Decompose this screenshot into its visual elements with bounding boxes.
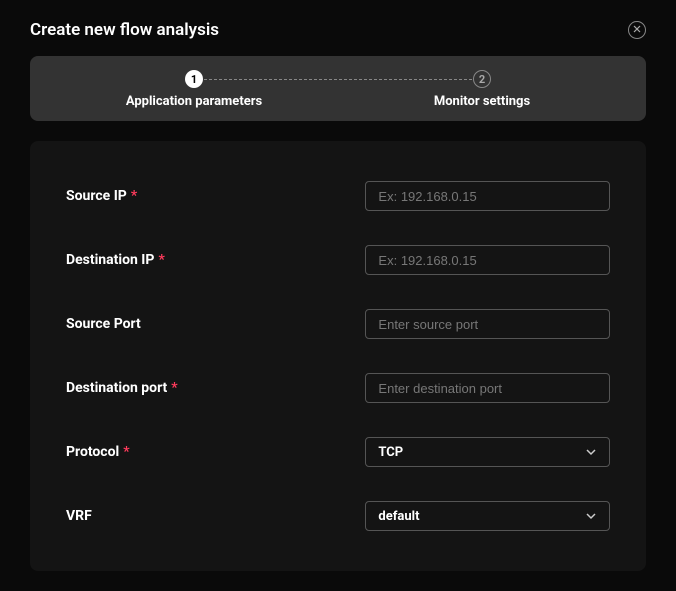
step-number: 1 — [185, 70, 203, 88]
required-mark: * — [131, 188, 137, 204]
step-monitor-settings[interactable]: 2 Monitor settings — [338, 70, 626, 109]
dialog-title: Create new flow analysis — [30, 20, 219, 40]
destination-port-input[interactable] — [365, 373, 610, 403]
close-icon — [633, 25, 641, 36]
source-ip-input[interactable] — [365, 181, 610, 211]
destination-port-label: Destination port* — [66, 380, 365, 396]
field-destination-port: Destination port* — [66, 373, 610, 403]
source-port-label: Source Port — [66, 316, 365, 332]
close-button[interactable] — [628, 21, 646, 39]
vrf-label: VRF — [66, 508, 365, 524]
dialog-header: Create new flow analysis — [30, 20, 646, 40]
source-ip-label: Source IP* — [66, 188, 365, 204]
required-mark: * — [123, 444, 129, 460]
create-flow-dialog: Create new flow analysis 1 Application p… — [0, 0, 676, 591]
step-number: 2 — [473, 70, 491, 88]
field-source-ip: Source IP* — [66, 181, 610, 211]
chevron-down-icon — [585, 448, 597, 456]
protocol-select[interactable]: TCP — [365, 437, 610, 467]
step-label: Application parameters — [126, 94, 262, 109]
chevron-down-icon — [585, 512, 597, 520]
destination-ip-label: Destination IP* — [66, 252, 365, 268]
required-mark: * — [171, 380, 177, 396]
required-mark: * — [158, 252, 164, 268]
protocol-label: Protocol* — [66, 444, 365, 460]
field-protocol: Protocol* TCP — [66, 437, 610, 467]
vrf-value: default — [378, 509, 419, 524]
step-label: Monitor settings — [434, 94, 530, 109]
wizard-stepper: 1 Application parameters 2 Monitor setti… — [30, 56, 646, 121]
source-port-input[interactable] — [365, 309, 610, 339]
vrf-select[interactable]: default — [365, 501, 610, 531]
protocol-value: TCP — [378, 445, 403, 460]
field-source-port: Source Port — [66, 309, 610, 339]
destination-ip-input[interactable] — [365, 245, 610, 275]
step-application-parameters[interactable]: 1 Application parameters — [50, 70, 338, 109]
form-panel: Source IP* Destination IP* Source Port D… — [30, 141, 646, 571]
step-connector — [194, 79, 482, 80]
field-vrf: VRF default — [66, 501, 610, 531]
field-destination-ip: Destination IP* — [66, 245, 610, 275]
